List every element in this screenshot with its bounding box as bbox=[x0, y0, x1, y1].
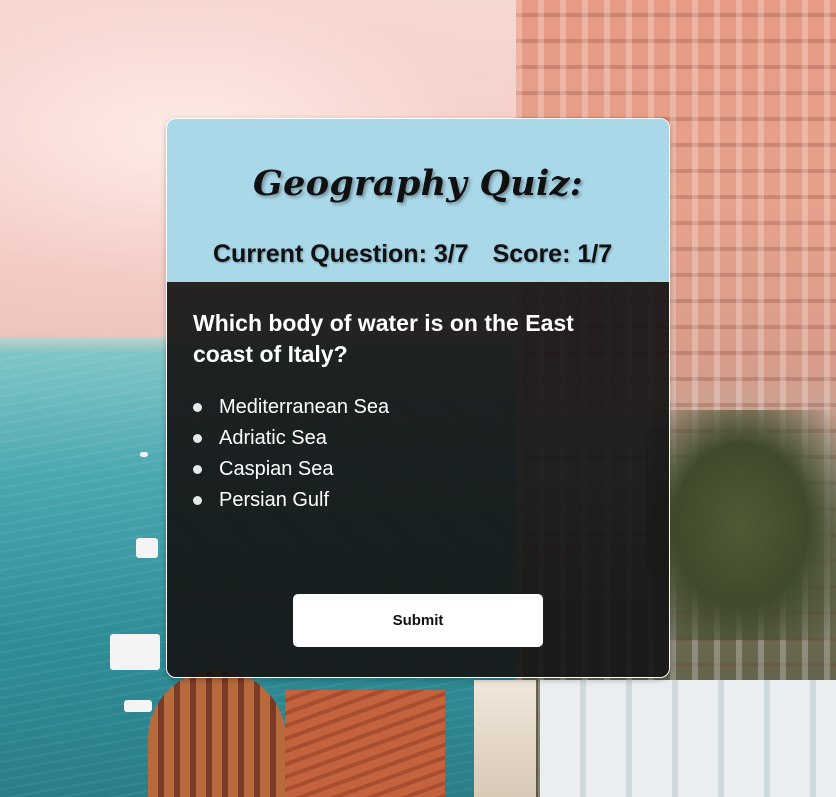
answer-option-persian-gulf[interactable]: Persian Gulf bbox=[193, 485, 389, 516]
answer-options: Mediterranean Sea Adriatic Sea Caspian S… bbox=[193, 392, 389, 516]
quiz-title: Geography Quiz: bbox=[252, 163, 584, 204]
question-text: Which body of water is on the East coast… bbox=[193, 310, 574, 367]
score-counter: Score: 1/7 bbox=[492, 240, 613, 268]
bell-tower bbox=[474, 680, 536, 797]
radio-dot-icon[interactable] bbox=[193, 403, 202, 412]
quiz-card: Geography Quiz: Current Question: 3/7 Sco… bbox=[166, 118, 670, 678]
answer-option-mediterranean-sea[interactable]: Mediterranean Sea bbox=[193, 392, 389, 423]
answer-option-label: Persian Gulf bbox=[219, 489, 330, 511]
answer-option-caspian-sea[interactable]: Caspian Sea bbox=[193, 454, 389, 485]
church-dome bbox=[148, 670, 286, 797]
radio-dot-icon[interactable] bbox=[193, 434, 202, 443]
boat bbox=[110, 634, 160, 670]
trees bbox=[646, 410, 836, 640]
boat bbox=[124, 700, 152, 712]
radio-dot-icon[interactable] bbox=[193, 496, 202, 505]
answer-option-label: Mediterranean Sea bbox=[219, 396, 390, 418]
quiz-status: Current Question: 3/7 Score: 1/7 bbox=[213, 240, 612, 269]
question-panel: Which body of water is on the East coast… bbox=[167, 282, 669, 677]
boat bbox=[140, 452, 148, 457]
tiled-roof bbox=[285, 690, 445, 797]
radio-dot-icon[interactable] bbox=[193, 465, 202, 474]
submit-button[interactable]: Submit bbox=[293, 594, 543, 647]
houses-bottom bbox=[540, 680, 836, 797]
quiz-header: Geography Quiz: Current Question: 3/7 Sco… bbox=[167, 119, 669, 282]
answer-option-label: Adriatic Sea bbox=[219, 427, 327, 449]
answer-option-label: Caspian Sea bbox=[219, 458, 334, 480]
answer-option-adriatic-sea[interactable]: Adriatic Sea bbox=[193, 423, 389, 454]
boat bbox=[136, 538, 158, 558]
current-question-counter: Current Question: 3/7 bbox=[213, 240, 469, 268]
